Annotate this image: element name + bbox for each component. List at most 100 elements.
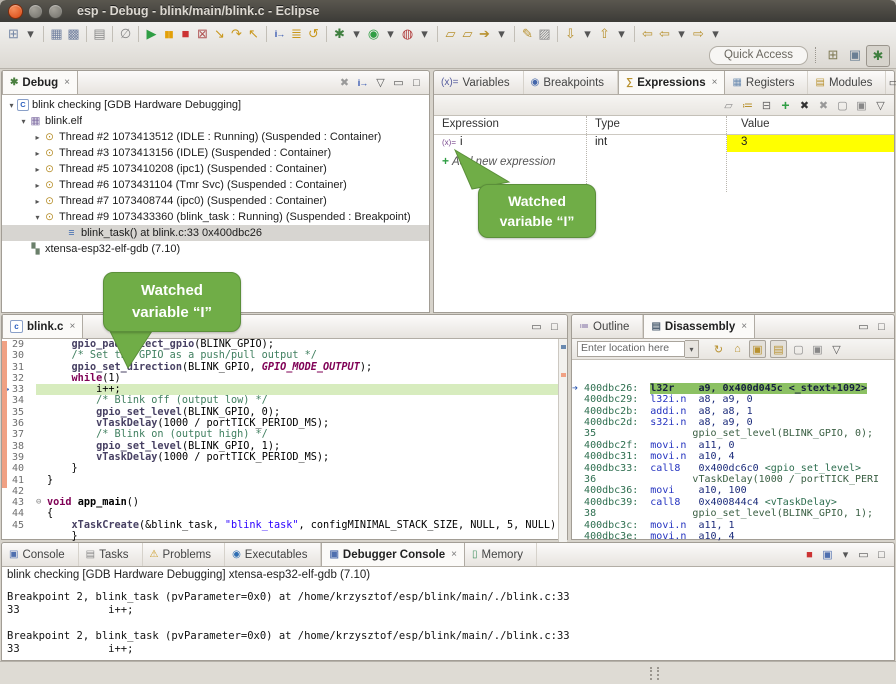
close-tab-icon[interactable]: × <box>712 77 718 88</box>
back-dropdown-icon[interactable]: ▾ <box>673 24 690 44</box>
instruction-pointer-icon[interactable] <box>2 531 12 542</box>
close-tab-icon[interactable]: × <box>64 77 70 88</box>
overview-mark[interactable] <box>561 373 566 377</box>
maximize-window-button[interactable] <box>48 4 63 19</box>
code-line[interactable]: ➔ 33 i++; <box>2 384 567 395</box>
code-line[interactable]: 39 vTaskDelay(1000 / portTICK_PERIOD_MS)… <box>2 452 567 463</box>
save-icon[interactable]: ▦ <box>48 24 65 44</box>
debug-tree-item[interactable]: ▸ ⊙ Thread #5 1073410208 (ipc1) (Suspend… <box>2 161 429 177</box>
maximize-view-icon[interactable]: □ <box>547 319 562 335</box>
open-element-icon[interactable]: ▱ <box>459 24 476 44</box>
view-menu-icon[interactable]: ▽ <box>829 341 844 357</box>
forward-icon[interactable]: ⇨ <box>690 24 707 44</box>
fold-icon[interactable] <box>36 418 47 429</box>
tab-registers[interactable]: ▦ Registers <box>725 71 808 94</box>
minimize-window-button[interactable] <box>28 4 43 19</box>
code-line[interactable]: } <box>2 531 567 542</box>
search-icon[interactable]: ▨ <box>536 24 553 44</box>
expander-icon[interactable]: ▸ <box>32 165 43 174</box>
debug-tree-item[interactable]: ▚ xtensa-esp32-elf-gdb (7.10) <box>2 241 429 257</box>
back-icon[interactable]: ⇦ <box>656 24 673 44</box>
debug-launch-icon[interactable]: ✱ <box>331 24 348 44</box>
disassembly-line[interactable]: ➔ 400dbc26: l32r a9, 0x400d045c <_stext+… <box>572 360 894 371</box>
maximize-view-icon[interactable]: □ <box>874 547 889 563</box>
remove-expression-icon[interactable]: ✖ <box>797 97 812 113</box>
show-type-names-icon[interactable]: ▱ <box>721 97 736 113</box>
instruction-stepping-toggle-icon[interactable]: i→ <box>355 75 370 91</box>
expander-icon[interactable]: ▸ <box>32 149 43 158</box>
step-over-icon[interactable]: ↷ <box>228 24 245 44</box>
fold-icon[interactable] <box>36 362 47 373</box>
forward-dropdown-icon[interactable]: ▾ <box>707 24 724 44</box>
maximize-view-icon[interactable]: □ <box>409 75 424 91</box>
column-type[interactable]: Type <box>595 118 620 130</box>
line-number[interactable]: 32 <box>12 373 36 384</box>
line-number[interactable]: 39 <box>12 452 36 463</box>
close-window-button[interactable] <box>8 4 23 19</box>
tab-console[interactable]: ▣ Console <box>2 543 79 566</box>
expander-icon[interactable]: ▸ <box>32 133 43 142</box>
build-icon[interactable]: ▤ <box>91 24 108 44</box>
step-into-icon[interactable]: ↘ <box>211 24 228 44</box>
tab-expressions[interactable]: ∑ Expressions × <box>618 71 725 94</box>
debug-tree-item[interactable]: ▾ ⊙ Thread #9 1073433360 (blink_task : R… <box>2 209 429 225</box>
run-launch-icon[interactable]: ◉ <box>365 24 382 44</box>
close-tab-icon[interactable]: × <box>451 549 457 560</box>
code-line[interactable]: 43 ⊖ void app_main() <box>2 497 567 508</box>
debug-tree-item[interactable]: ≡ blink_task() at blink.c:33 0x400dbc26 <box>2 225 429 241</box>
debug-tree-item[interactable]: ▸ ⊙ Thread #2 1073413512 (IDLE : Running… <box>2 129 429 145</box>
show-logical-structures-icon[interactable]: ≔ <box>740 97 755 113</box>
fold-icon[interactable] <box>36 520 47 531</box>
save-all-icon[interactable]: ▩ <box>65 24 82 44</box>
tab-debug[interactable]: ✱ Debug × <box>2 71 78 94</box>
refresh-icon[interactable]: ↻ <box>711 341 726 357</box>
code-line[interactable]: 29 gpio_pad_select_gpio(BLINK_GPIO); <box>2 339 567 350</box>
last-edit-location-icon[interactable]: ⇦ <box>639 24 656 44</box>
quick-access-button[interactable]: Quick Access <box>709 46 808 65</box>
disassembly-listing[interactable]: ➔ 400dbc26: l32r a9, 0x400d045c <_stext+… <box>572 360 894 541</box>
line-number[interactable]: 40 <box>12 463 36 474</box>
maximize-view-icon[interactable]: □ <box>874 319 889 335</box>
combo-dropdown-icon[interactable]: ▾ <box>685 340 699 358</box>
code-line[interactable]: 40 } <box>2 463 567 474</box>
fold-icon[interactable] <box>36 350 47 361</box>
remove-all-terminated-icon[interactable]: ✖ <box>337 75 352 91</box>
location-input[interactable]: Enter location here <box>577 341 685 357</box>
external-tools-dropdown-icon[interactable]: ▾ <box>493 24 510 44</box>
tab-memory[interactable]: ▯ Memory <box>465 543 537 566</box>
show-source-icon[interactable]: ▣ <box>749 340 766 358</box>
column-expression[interactable]: Expression <box>442 118 499 130</box>
external-tools-icon[interactable]: ➔ <box>476 24 493 44</box>
code-line[interactable]: 45 xTaskCreate(&blink_task, "blink_task"… <box>2 520 567 531</box>
run-dropdown-icon[interactable]: ▾ <box>382 24 399 44</box>
debug-tree-item[interactable]: ▸ ⊙ Thread #6 1073431104 (Tmr Svc) (Susp… <box>2 177 429 193</box>
terminate-icon[interactable]: ■ <box>177 24 194 44</box>
line-number[interactable]: 42 <box>12 486 36 497</box>
fold-icon[interactable] <box>36 475 47 486</box>
debug-perspective-icon[interactable]: ✱ <box>866 45 890 67</box>
fold-icon[interactable] <box>36 531 47 542</box>
line-number[interactable]: 36 <box>12 418 36 429</box>
disconnect-icon[interactable]: ⊠ <box>194 24 211 44</box>
instruction-pointer-icon[interactable] <box>2 497 12 508</box>
instruction-pointer-icon[interactable] <box>2 520 12 531</box>
tab-variables[interactable]: (x)= Variables <box>434 71 524 94</box>
debug-tree-item[interactable]: ▸ ⊙ Thread #7 1073408744 (ipc0) (Suspend… <box>2 193 429 209</box>
code-line[interactable]: 44 { <box>2 508 567 519</box>
add-expression-icon[interactable]: + <box>778 97 793 113</box>
fold-icon[interactable]: ⊖ <box>36 497 47 508</box>
skip-all-breakpoints-icon[interactable]: ∅ <box>117 24 134 44</box>
previous-annotation-dropdown-icon[interactable]: ▾ <box>613 24 630 44</box>
profile-dropdown-icon[interactable]: ▾ <box>416 24 433 44</box>
console-dropdown-icon[interactable]: ▾ <box>838 547 853 563</box>
code-line[interactable]: 41 } <box>2 475 567 486</box>
line-number[interactable]: 45 <box>12 520 36 531</box>
close-tab-icon[interactable]: × <box>69 321 75 332</box>
new-dropdown-icon[interactable]: ▾ <box>22 24 39 44</box>
fold-icon[interactable] <box>36 486 47 497</box>
code-line[interactable]: 38 gpio_set_level(BLINK_GPIO, 1); <box>2 441 567 452</box>
debug-tree-item[interactable]: ▾ C blink checking [GDB Hardware Debuggi… <box>2 97 429 113</box>
line-number[interactable] <box>12 531 36 542</box>
overview-mark[interactable] <box>561 345 566 349</box>
format-icon[interactable]: ✎ <box>519 24 536 44</box>
